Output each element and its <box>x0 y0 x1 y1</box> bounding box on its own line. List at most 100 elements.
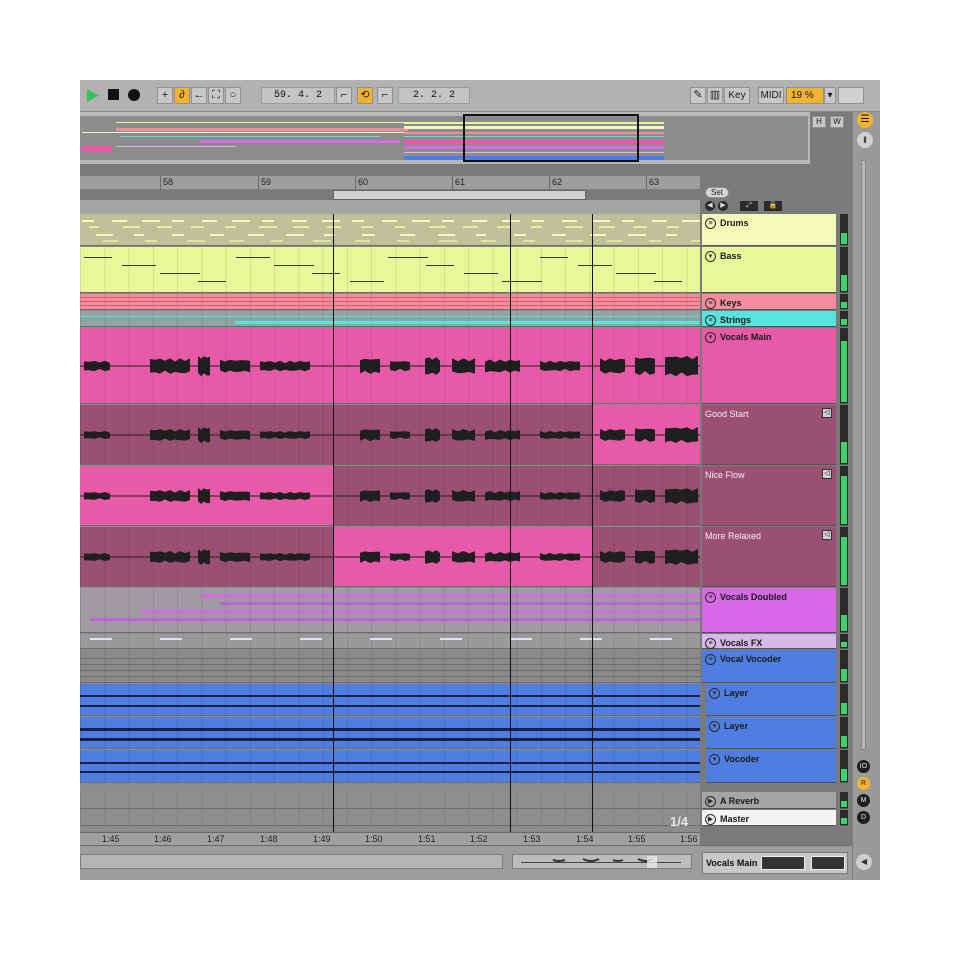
track-fold-icon[interactable]: ▾ <box>705 251 716 262</box>
width-optimize-button[interactable]: W <box>830 116 844 128</box>
stop-icon[interactable] <box>108 89 120 101</box>
track-header-layer[interactable]: ▾ Layer <box>706 717 836 749</box>
mixer-toggle[interactable]: M <box>857 794 870 807</box>
punch-in-icon[interactable]: ⌐ <box>336 87 352 104</box>
midi-note <box>666 234 677 236</box>
show-detail-view-icon[interactable]: ◀ <box>856 854 872 870</box>
track-fold-icon[interactable]: ≡ <box>705 315 716 326</box>
lane-strings[interactable] <box>80 311 700 327</box>
track-fold-icon[interactable]: ▶ <box>705 796 716 807</box>
track-fold-icon[interactable]: ▾ <box>709 754 720 765</box>
lane-keys[interactable] <box>80 294 700 310</box>
record-icon[interactable] <box>127 88 141 102</box>
play-icon[interactable] <box>86 88 100 103</box>
lane-bass[interactable] <box>80 247 700 293</box>
session-view-icon[interactable]: ‖ <box>857 132 873 148</box>
track-header-a-reverb[interactable]: ▶ A Reverb <box>702 792 836 809</box>
arrangement-position[interactable]: 59. 4. 2 <box>261 87 335 104</box>
track-header-strings[interactable]: ≡ Strings <box>702 311 836 327</box>
lane-a-reverb[interactable] <box>80 792 700 809</box>
vertical-scrollbar[interactable] <box>861 160 866 750</box>
loop-brace[interactable] <box>333 190 586 200</box>
io-toggle[interactable]: IO <box>857 760 870 773</box>
loop-switch-icon[interactable]: ⟲ <box>357 87 373 104</box>
automation-arm-icon[interactable]: ∂ <box>174 87 190 104</box>
track-name: Vocal Vocoder <box>720 654 782 664</box>
speaker-icon[interactable]: ◁ <box>822 530 832 540</box>
set-locator-button[interactable]: Set <box>705 187 729 198</box>
time-ruler[interactable]: 1:45 1:46 1:47 1:48 1:49 1:50 1:51 1:52 1:53 1:54… <box>80 832 700 845</box>
grid-quantization[interactable]: 1/4 <box>670 814 688 829</box>
beat-time-ruler[interactable]: 58 59 60 61 62 63 <box>80 176 700 190</box>
track-header-vocals-fx[interactable]: ≡ Vocals FX <box>702 634 836 649</box>
cpu-dropdown-icon[interactable]: ▾ <box>824 87 836 104</box>
track-fold-icon[interactable]: ▶ <box>705 814 716 825</box>
session-record-icon[interactable]: ○ <box>225 87 241 104</box>
beat-grid <box>80 792 700 808</box>
midi-note <box>464 273 498 274</box>
arrangement-overview[interactable] <box>80 112 810 164</box>
midi-note <box>96 234 113 236</box>
arrangement-view-icon[interactable]: ☰ <box>857 112 873 128</box>
back-to-arrangement-icon[interactable]: ← <box>191 87 207 104</box>
arrangement-lanes[interactable] <box>80 214 700 832</box>
returns-toggle[interactable]: R <box>857 777 870 790</box>
lane-drums[interactable] <box>80 214 700 246</box>
delay-toggle[interactable]: D <box>857 811 870 824</box>
loop-region-strip[interactable] <box>80 200 700 214</box>
track-header-drums[interactable]: ≡ Drums <box>702 214 836 246</box>
track-header-vocoder[interactable]: ▾ Vocoder <box>706 750 836 783</box>
lane-nice-flow[interactable] <box>80 466 700 526</box>
midi-note <box>80 670 700 671</box>
computer-midi-keyboard-icon[interactable]: ▥ <box>707 87 723 104</box>
lane-vocals-doubled[interactable] <box>80 588 700 633</box>
speaker-icon[interactable]: ◁ <box>822 469 832 479</box>
punch-out-icon[interactable]: ⌐ <box>377 87 393 104</box>
track-header-keys[interactable]: ≡ Keys <box>702 294 836 310</box>
track-header-good-start[interactable]: Good Start ◁ <box>702 405 836 465</box>
previous-locator-icon[interactable]: ◀ <box>705 201 715 211</box>
lane-more-relaxed[interactable] <box>80 527 700 587</box>
add-locator-icon[interactable]: + <box>157 87 173 104</box>
track-fold-icon[interactable]: ≡ <box>705 592 716 603</box>
lane-layer[interactable] <box>80 684 700 716</box>
midi-map-button[interactable]: MIDI <box>758 87 784 104</box>
track-header-bass[interactable]: ▾ Bass <box>702 247 836 293</box>
key-map-button[interactable]: Key <box>724 87 750 104</box>
selected-track-info[interactable]: Vocals Main <box>702 852 848 874</box>
track-fold-icon[interactable]: ▾ <box>709 688 720 699</box>
speaker-icon[interactable]: ◁ <box>822 408 832 418</box>
track-header-vocal-vocoder[interactable]: ≡ Vocal Vocoder <box>702 650 836 683</box>
track-fold-icon[interactable]: ≡ <box>705 298 716 309</box>
height-optimize-button[interactable]: H <box>812 116 826 128</box>
track-header-nice-flow[interactable]: Nice Flow ◁ <box>702 466 836 526</box>
draw-mode-icon[interactable]: ✎ <box>690 87 706 104</box>
lock-icon[interactable]: 🔒 <box>764 201 782 211</box>
track-header-vocals-main[interactable]: ▾ Vocals Main <box>702 328 836 404</box>
capture-icon[interactable]: ⛶ <box>208 87 224 104</box>
track-fold-icon[interactable]: ≡ <box>705 654 716 665</box>
overview-view-window[interactable] <box>463 114 639 162</box>
next-locator-icon[interactable]: ▶ <box>718 201 728 211</box>
lane-vocoder[interactable] <box>80 750 700 783</box>
lane-good-start[interactable] <box>80 405 700 465</box>
track-header-master[interactable]: ▶ Master <box>702 810 836 826</box>
track-header-vocals-doubled[interactable]: ≡ Vocals Doubled <box>702 588 836 633</box>
lane-master[interactable] <box>80 810 700 826</box>
horizontal-scrollbar[interactable] <box>80 854 503 869</box>
lane-vocals-fx[interactable] <box>80 634 700 649</box>
midi-note <box>580 638 602 640</box>
track-header-more-relaxed[interactable]: More Relaxed ◁ <box>702 527 836 587</box>
lane-layer[interactable] <box>80 717 700 749</box>
loop-length[interactable]: 2. 2. 2 <box>398 87 470 104</box>
midi-note <box>80 705 700 707</box>
track-fold-icon[interactable]: ▾ <box>709 721 720 732</box>
expand-icon[interactable]: ⤢ <box>740 201 758 211</box>
lane-vocals-main[interactable] <box>80 328 700 404</box>
lane-vocal-vocoder[interactable] <box>80 650 700 683</box>
track-fold-icon[interactable]: ≡ <box>705 218 716 229</box>
track-fold-icon[interactable]: ▾ <box>705 332 716 343</box>
track-header-layer[interactable]: ▾ Layer <box>706 684 836 716</box>
track-fold-icon[interactable]: ≡ <box>705 638 716 649</box>
meter-fill <box>841 302 847 308</box>
